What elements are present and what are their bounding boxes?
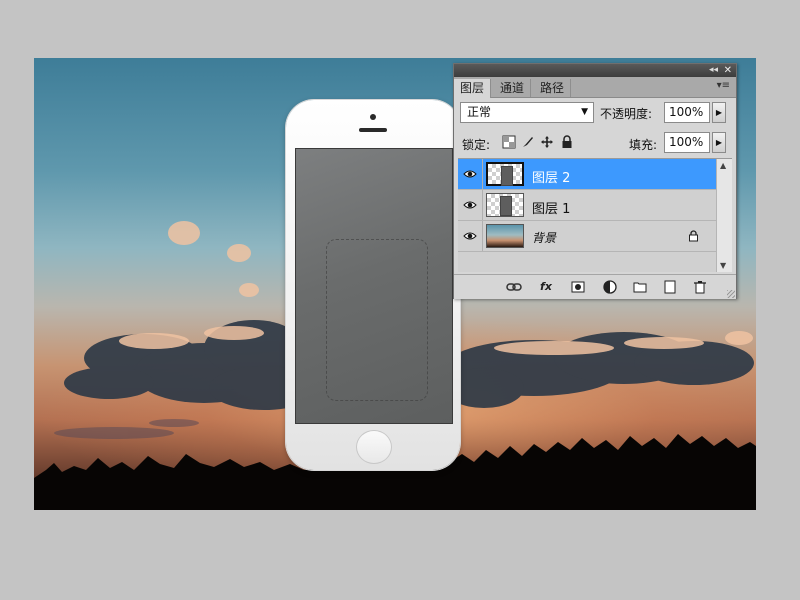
- layer-thumbnail: [486, 193, 524, 217]
- lock-row: 锁定: 填充: 100% ▶: [454, 132, 736, 156]
- phone-screen: [295, 148, 453, 424]
- panel-tabs: 图层 通道 路径 ▾≡: [454, 77, 736, 98]
- phone-thumbnail-shape: [501, 166, 513, 186]
- add-mask-icon[interactable]: [570, 279, 586, 295]
- layer-thumbnail: [486, 162, 524, 186]
- marquee-selection: [326, 239, 428, 401]
- phone-speaker: [359, 128, 387, 132]
- tab-layers[interactable]: 图层: [454, 79, 492, 98]
- eye-icon: [463, 170, 477, 178]
- layer-name[interactable]: 背景: [532, 229, 556, 246]
- layer-name[interactable]: 图层 1: [532, 198, 570, 217]
- resize-grip[interactable]: [727, 290, 735, 298]
- layer-thumbnail: [486, 224, 524, 248]
- panel-menu-icon[interactable]: ▾≡: [717, 80, 730, 91]
- fill-field[interactable]: 100%: [664, 132, 710, 153]
- lock-icon: [689, 230, 698, 242]
- scroll-up-icon[interactable]: ▲: [720, 161, 726, 170]
- trash-icon[interactable]: [692, 279, 708, 295]
- blend-mode-select[interactable]: 正常 ▼: [460, 102, 594, 123]
- visibility-toggle[interactable]: [458, 221, 483, 251]
- panel-footer: fx: [454, 274, 736, 299]
- new-group-icon[interactable]: [632, 279, 648, 295]
- layer-row-layer-1[interactable]: 图层 1: [458, 190, 716, 221]
- link-layers-icon[interactable]: [506, 279, 522, 295]
- layer-name[interactable]: 图层 2: [532, 167, 570, 186]
- scroll-down-icon[interactable]: ▼: [720, 261, 726, 270]
- close-panel-icon[interactable]: ✕: [724, 64, 732, 77]
- visibility-toggle[interactable]: [458, 190, 483, 220]
- panel-titlebar[interactable]: ◂◂ ✕: [454, 64, 736, 77]
- fill-label: 填充:: [629, 138, 658, 152]
- tab-channels[interactable]: 通道: [494, 79, 532, 97]
- lock-image-icon[interactable]: [521, 135, 535, 149]
- eye-icon: [463, 232, 477, 240]
- layer-row-background[interactable]: 背景: [458, 221, 716, 252]
- eye-icon: [463, 201, 477, 209]
- blend-row: 正常 ▼ 不透明度: 100% ▶: [454, 102, 736, 126]
- new-layer-icon[interactable]: [662, 279, 678, 295]
- collapse-panel-icon[interactable]: ◂◂: [709, 64, 718, 77]
- phone-home-button: [356, 430, 392, 464]
- opacity-field[interactable]: 100%: [664, 102, 710, 123]
- phone-camera: [370, 114, 376, 120]
- lock-label: 锁定:: [462, 138, 491, 152]
- phone-thumbnail-shape: [500, 196, 512, 216]
- chevron-down-icon: ▼: [581, 107, 588, 117]
- layer-list: 图层 2 图层 1 背景 ▲ ▼: [458, 158, 732, 272]
- visibility-toggle[interactable]: [458, 159, 483, 189]
- fx-icon[interactable]: fx: [538, 279, 554, 295]
- fill-slider-arrow-icon[interactable]: ▶: [712, 132, 726, 153]
- tab-paths[interactable]: 路径: [534, 79, 572, 97]
- lock-transparent-icon[interactable]: [502, 135, 516, 149]
- blend-mode-value: 正常: [467, 105, 492, 119]
- lock-all-icon[interactable]: [560, 135, 574, 149]
- opacity-label: 不透明度:: [600, 107, 653, 121]
- lock-position-icon[interactable]: [540, 135, 554, 149]
- layer-list-scrollbar[interactable]: ▲ ▼: [716, 159, 732, 272]
- opacity-slider-arrow-icon[interactable]: ▶: [712, 102, 726, 123]
- phone-mockup[interactable]: [286, 100, 460, 470]
- layers-panel[interactable]: ◂◂ ✕ 图层 通道 路径 ▾≡ 正常 ▼ 不透明度: 100% ▶ 锁定: 填…: [453, 63, 737, 299]
- layer-row-layer-2[interactable]: 图层 2: [458, 159, 716, 190]
- adjustment-layer-icon[interactable]: [602, 279, 618, 295]
